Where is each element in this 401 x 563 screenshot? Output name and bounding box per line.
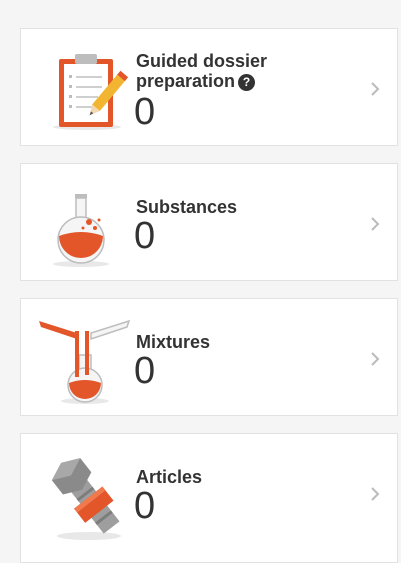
chevron-right-icon <box>371 352 380 366</box>
card-title: Guided dossier preparation? <box>136 51 268 91</box>
mixing-flasks-icon <box>39 319 131 404</box>
card-count: 0 <box>134 485 156 527</box>
card-mixtures[interactable]: Mixtures 0 <box>20 298 398 416</box>
card-count: 0 <box>134 215 156 257</box>
card-articles[interactable]: Articles 0 <box>20 433 398 563</box>
help-icon[interactable]: ? <box>238 74 256 91</box>
card-guided-dossier-preparation[interactable]: Guided dossier preparation? 0 <box>20 28 398 146</box>
card-count: 0 <box>134 91 156 133</box>
card-title: Substances <box>136 197 238 217</box>
card-count: 0 <box>134 350 156 392</box>
chevron-right-icon <box>371 217 380 231</box>
clipboard-pencil-icon <box>53 54 129 130</box>
chevron-right-icon <box>371 487 380 501</box>
chevron-right-icon <box>371 82 380 96</box>
flask-icon <box>53 194 109 267</box>
bolt-nut-icon <box>51 458 121 540</box>
card-title: Articles <box>136 467 203 487</box>
card-substances[interactable]: Substances 0 <box>20 163 398 281</box>
card-title: Mixtures <box>136 332 211 352</box>
